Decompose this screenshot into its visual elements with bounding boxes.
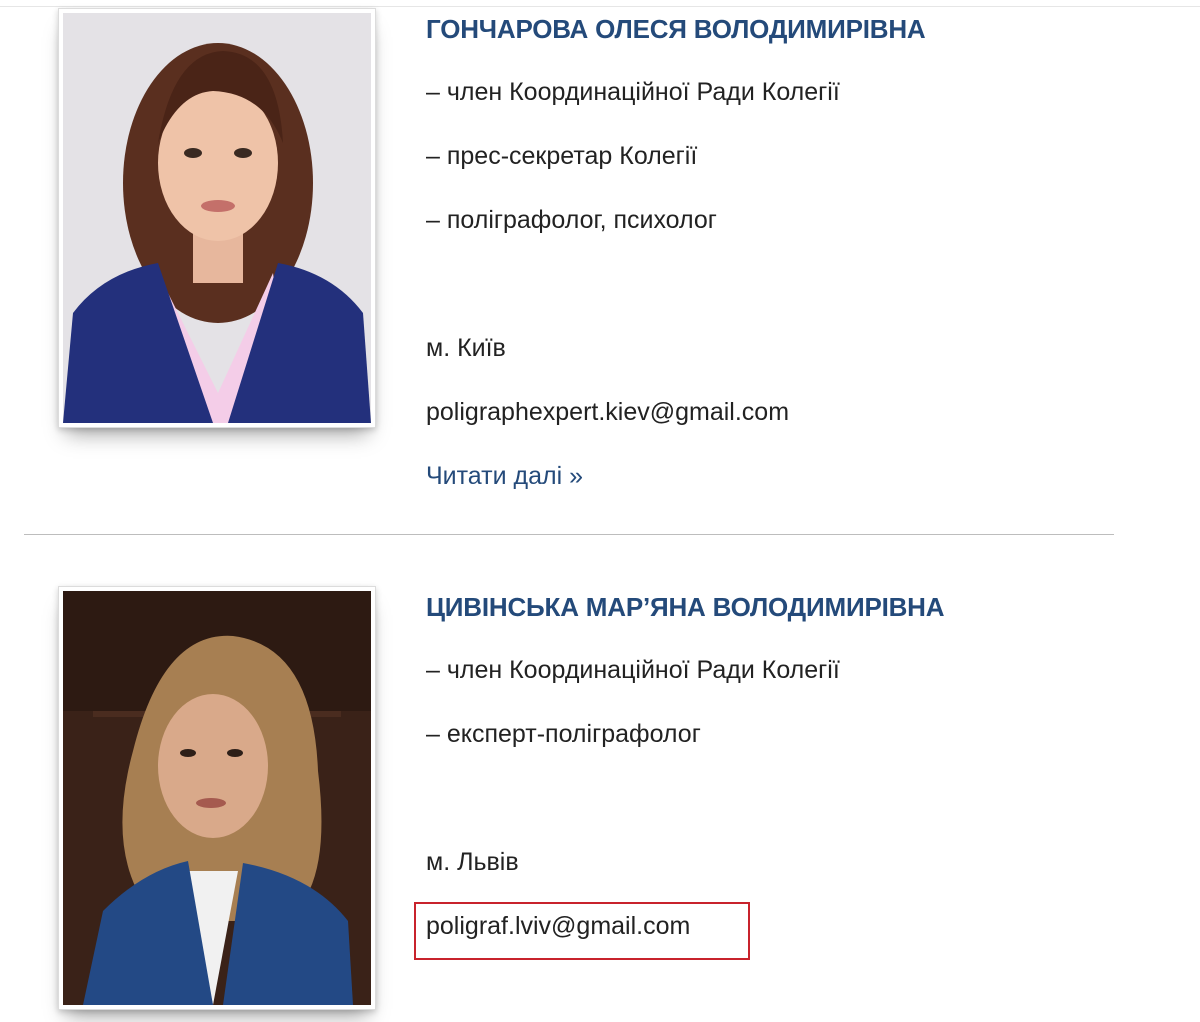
- read-more-wrapper: Читати далі »: [426, 460, 583, 492]
- email-highlight-box: [414, 902, 750, 960]
- member-email[interactable]: poligraphexpert.kiev@gmail.com: [426, 396, 789, 428]
- read-more-link[interactable]: Читати далі »: [426, 462, 583, 490]
- member-portrait-image: [63, 591, 371, 1005]
- page: ГОНЧАРОВА ОЛЕСЯ ВОЛОДИМИРІВНА – член Коо…: [0, 0, 1200, 1022]
- member-role: – член Координаційної Ради Колегії: [426, 656, 840, 684]
- member-role: – експерт-поліграфолог: [426, 720, 701, 748]
- member-info: ГОНЧАРОВА ОЛЕСЯ ВОЛОДИМИРІВНА – член Коо…: [426, 12, 1166, 512]
- member-portrait-image: [63, 13, 371, 423]
- member-city: м. Львів: [426, 848, 519, 876]
- member-role: – поліграфолог, психолог: [426, 206, 717, 234]
- member-role: – член Координаційної Ради Колегії: [426, 78, 840, 106]
- member-name: ЦИВІНСЬКА МАР’ЯНА ВОЛОДИМИРІВНА: [426, 592, 945, 622]
- section-divider: [24, 534, 1114, 535]
- member-role: – прес-секретар Колегії: [426, 142, 698, 170]
- member-photo: [58, 8, 376, 428]
- member-photo: [58, 586, 376, 1010]
- top-divider: [0, 6, 1200, 7]
- member-name: ГОНЧАРОВА ОЛЕСЯ ВОЛОДИМИРІВНА: [426, 14, 926, 44]
- member-city: м. Київ: [426, 334, 506, 362]
